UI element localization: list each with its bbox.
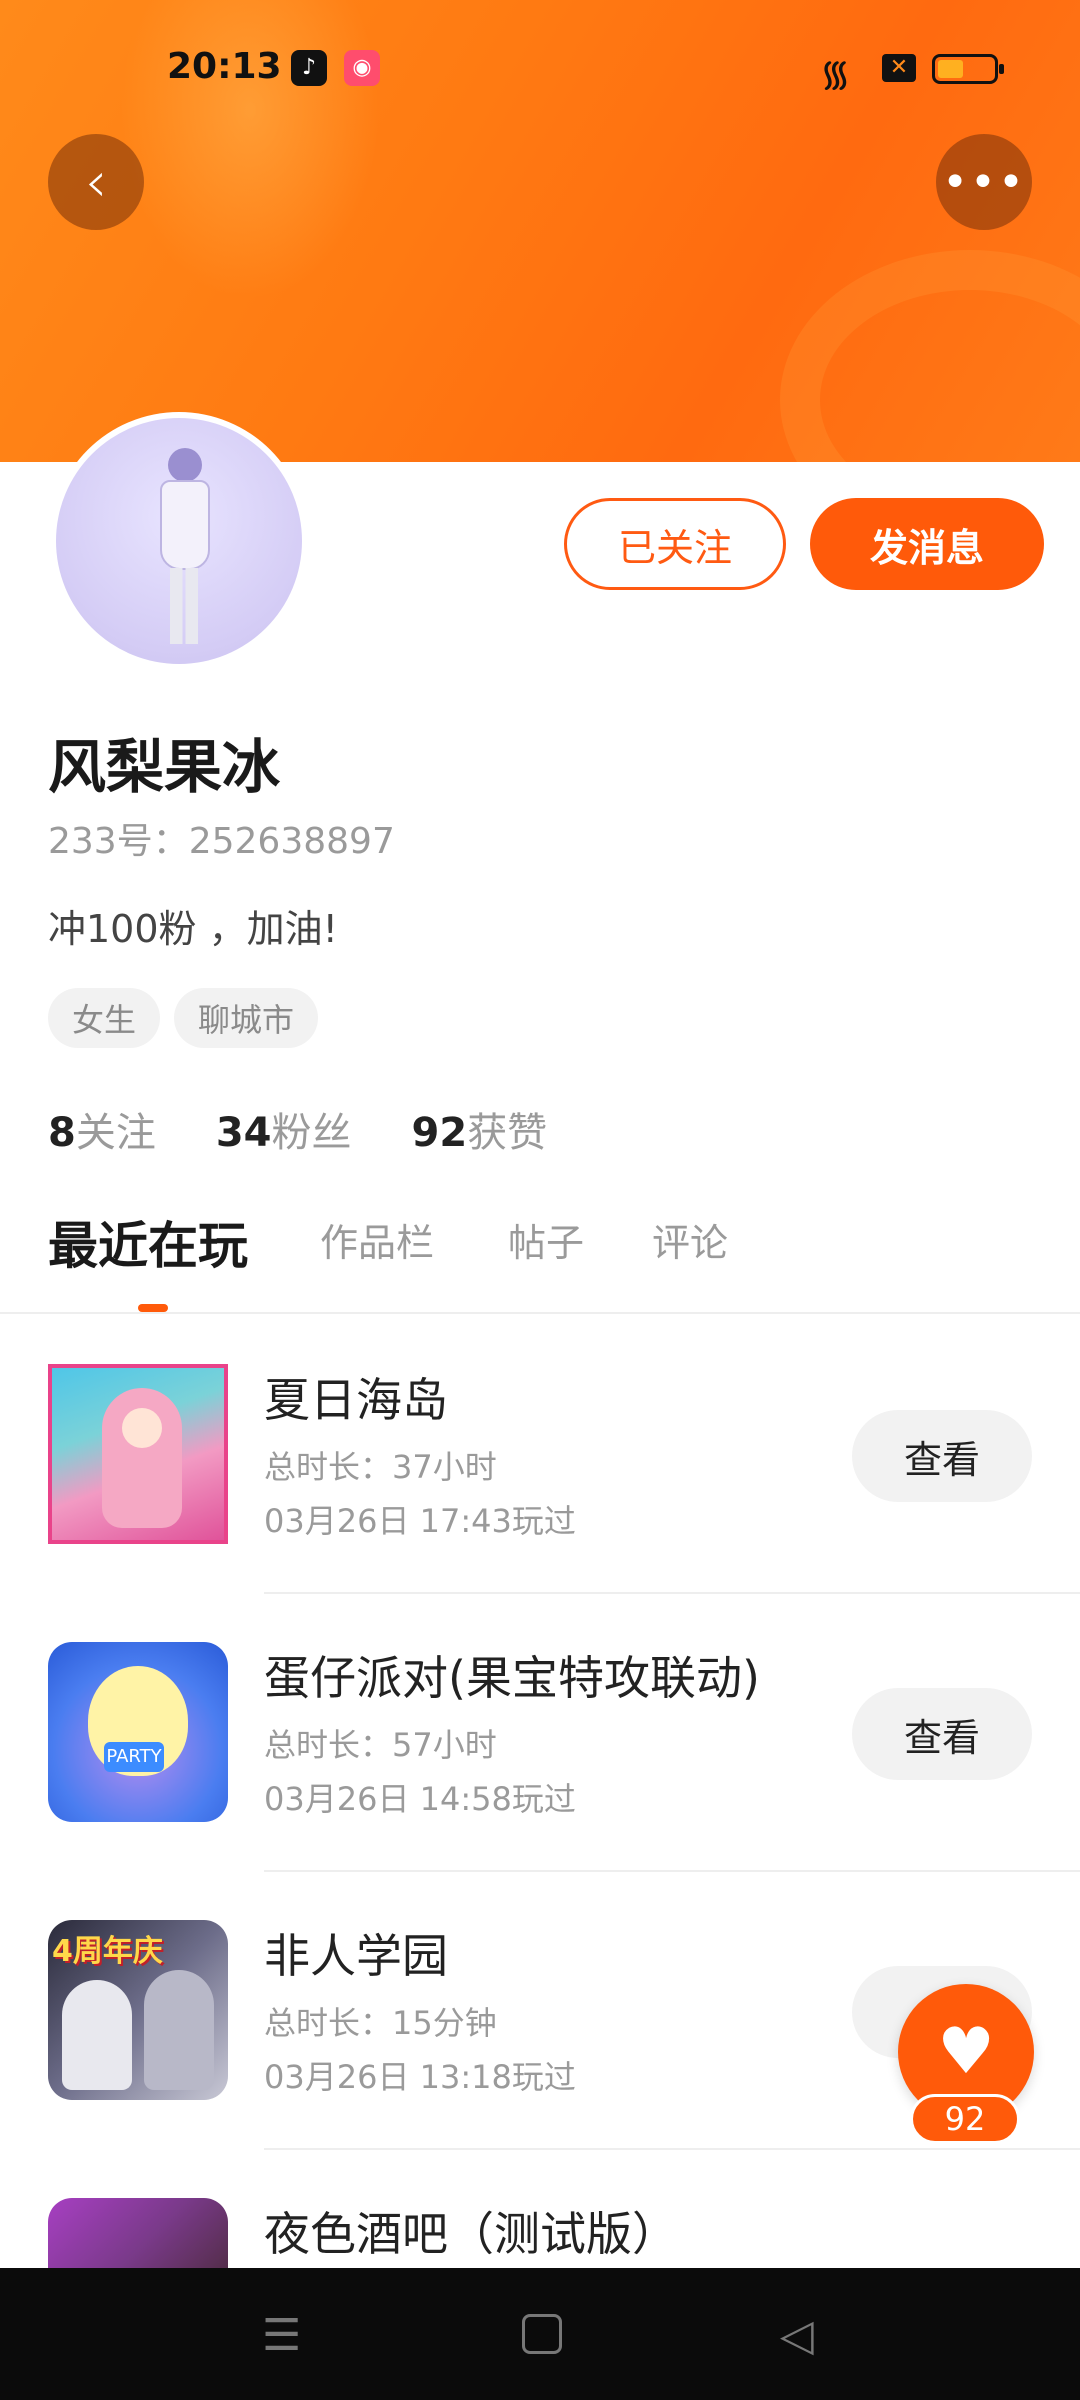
back-button[interactable]: ‹ (48, 134, 144, 230)
tab-indicator (138, 1304, 168, 1312)
view-button[interactable]: 查看 (852, 1410, 1032, 1502)
menu-icon[interactable]: ☰ (262, 2310, 301, 2361)
avatar-figure (154, 448, 214, 648)
like-count-badge: 92 (910, 2094, 1020, 2144)
list-item[interactable]: 夏日海岛 总时长：37小时 03月26日 17:43玩过 查看 (0, 1316, 1080, 1594)
tab-comments[interactable]: 评论 (652, 1212, 728, 1267)
user-name: 风梨果冰 (48, 733, 281, 801)
profile-tabs: 最近在玩 作品栏 帖子 评论 (0, 1212, 1080, 1314)
tab-works[interactable]: 作品栏 (320, 1212, 434, 1267)
battery-icon (932, 54, 1004, 84)
tag-city: 聊城市 (174, 988, 319, 1048)
avatar[interactable] (50, 412, 308, 670)
game-title: 夏日海岛 (264, 1373, 448, 1427)
home-icon[interactable] (522, 2314, 562, 2354)
user-bio: 冲100粉 ，加油! (48, 907, 338, 951)
game-icon: 4周年庆 (48, 1920, 228, 2100)
stat-likes[interactable]: 92获赞 (412, 1100, 548, 1158)
game-icon-label: 4周年庆 (52, 1934, 163, 1969)
back-nav-icon[interactable]: ◁ (780, 2310, 814, 2361)
view-button[interactable]: 查看 (852, 1688, 1032, 1780)
stat-following[interactable]: 8关注 (48, 1100, 156, 1158)
game-last-played: 03月26日 13:18玩过 (264, 2058, 576, 2096)
kuaishou-icon: ◉ (344, 50, 380, 86)
game-icon: PARTY (48, 1642, 228, 1822)
game-last-played: 03月26日 14:58玩过 (264, 1780, 576, 1818)
tiktok-icon: ♪ (291, 50, 327, 86)
game-icon (48, 1364, 228, 1544)
system-nav-bar: ☰ ◁ (0, 2268, 1080, 2400)
banner-ring (780, 250, 1080, 462)
back-icon: ‹ (84, 149, 108, 215)
game-duration: 总时长：37小时 (264, 1448, 497, 1486)
game-title: 蛋仔派对(果宝特攻联动) (264, 1651, 760, 1705)
wifi-icon: ᯾ (820, 54, 851, 95)
followed-button[interactable]: 已关注 (564, 498, 786, 590)
game-title: 夜色酒吧（测试版） (264, 2207, 678, 2261)
avatar-image (56, 418, 302, 664)
tab-recently-played[interactable]: 最近在玩 (48, 1206, 248, 1278)
user-id: 233号：252638897 (48, 821, 395, 862)
stat-followers[interactable]: 34粉丝 (216, 1100, 352, 1158)
user-tags: 女生 聊城市 (48, 988, 319, 1048)
game-duration: 总时长：57小时 (264, 1726, 497, 1764)
send-message-button[interactable]: 发消息 (810, 498, 1044, 590)
game-icon-badge: PARTY (104, 1742, 164, 1772)
heart-icon: ♥ (937, 2015, 995, 2089)
status-bar: 20:13 ♪ ◉ ᯾ ✕ (0, 0, 1080, 140)
user-stats: 8关注 34粉丝 92获赞 (48, 1100, 547, 1158)
game-title: 非人学园 (264, 1929, 448, 1983)
more-options-button[interactable]: ••• (936, 134, 1032, 230)
game-last-played: 03月26日 17:43玩过 (264, 1502, 576, 1540)
tag-gender: 女生 (48, 988, 161, 1048)
more-icon: ••• (942, 156, 1026, 208)
status-time: 20:13 (167, 46, 282, 87)
game-duration: 总时长：15分钟 (264, 2004, 497, 2042)
tab-posts[interactable]: 帖子 (508, 1212, 584, 1267)
list-item[interactable]: PARTY 蛋仔派对(果宝特攻联动) 总时长：57小时 03月26日 14:58… (0, 1594, 1080, 1872)
no-sim-icon: ✕ (882, 54, 916, 82)
